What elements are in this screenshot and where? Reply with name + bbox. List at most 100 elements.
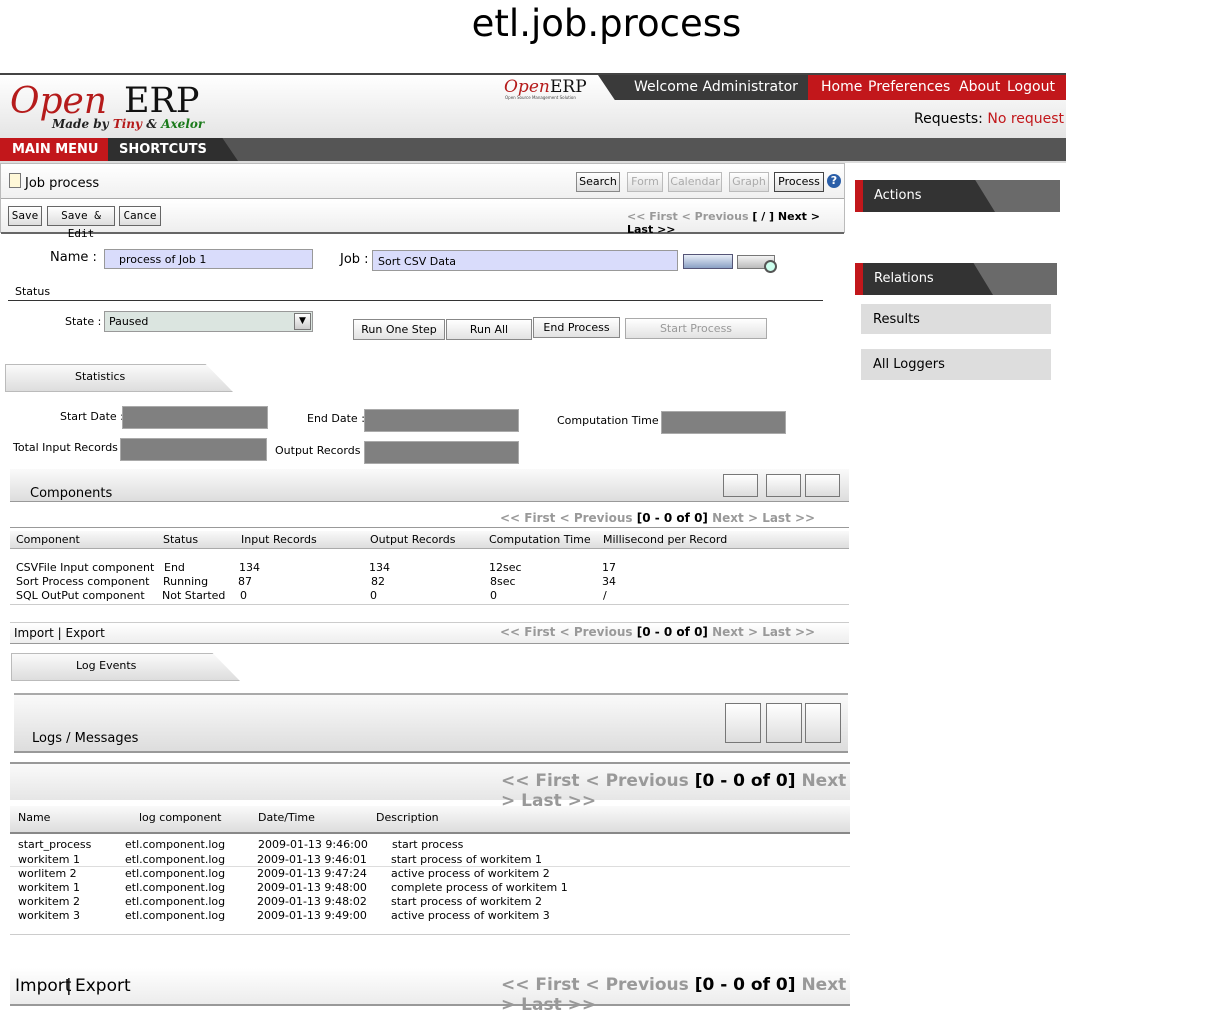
refresh-icon[interactable]: [723, 474, 758, 497]
save-edit-button[interactable]: Save & Edit: [47, 206, 115, 240]
table-row[interactable]: CSVFile Input component End 134 134 12se…: [10, 561, 849, 575]
column-header[interactable]: Component: [16, 533, 80, 546]
print-icon[interactable]: [766, 474, 801, 497]
cell: 2009-01-13 9:48:00: [257, 881, 367, 894]
nav-home-link[interactable]: Home: [821, 79, 862, 95]
shortcuts-tab[interactable]: SHORTCUTS: [108, 138, 238, 161]
pager-previous[interactable]: < Previous: [560, 511, 633, 525]
pager-first[interactable]: << First: [501, 975, 579, 995]
output-records-field[interactable]: [364, 441, 519, 464]
pager-last[interactable]: Last >>: [627, 223, 676, 236]
tab-log-events[interactable]: Log Events: [11, 653, 240, 681]
total-input-field[interactable]: [120, 438, 267, 461]
sidebar-item-label: All Loggers: [873, 357, 945, 372]
list-icon[interactable]: [805, 703, 841, 743]
pager-previous[interactable]: < Previous: [560, 625, 633, 639]
print-icon[interactable]: [766, 703, 802, 743]
sidebar-actions-header[interactable]: Actions: [855, 180, 1060, 212]
start-process-button[interactable]: Start Process: [625, 318, 767, 339]
sidebar-item-all-loggers[interactable]: All Loggers: [855, 349, 1051, 380]
export-link[interactable]: Export: [75, 976, 131, 996]
nav-preferences-link[interactable]: Preferences: [868, 79, 950, 95]
cell: 134: [369, 561, 390, 574]
column-header[interactable]: Input Records: [241, 533, 317, 546]
pager-last[interactable]: Last >>: [762, 511, 815, 525]
sidebar-relations-label: Relations: [874, 271, 934, 286]
nav-about-link[interactable]: About: [959, 79, 1000, 95]
sidebar-item-results[interactable]: Results: [855, 304, 1051, 334]
cell: complete process of workitem 1: [391, 881, 568, 894]
import-export-links[interactable]: Import | Export: [14, 626, 105, 640]
pager-next[interactable]: Next >: [712, 511, 758, 525]
pager-last[interactable]: Last >>: [762, 625, 815, 639]
cell: 134: [239, 561, 260, 574]
column-header[interactable]: Date/Time: [258, 811, 315, 824]
cell: 2009-01-13 9:49:00: [257, 909, 367, 922]
table-row[interactable]: Sort Process component Running 87 82 8se…: [10, 575, 849, 589]
pager-next[interactable]: Next >: [712, 625, 758, 639]
column-header[interactable]: Name: [18, 811, 50, 824]
components-pager: << First < Previous [0 - 0 of 0] Next > …: [500, 511, 815, 525]
end-process-button[interactable]: End Process: [533, 317, 620, 338]
table-row[interactable]: workitem 1 etl.component.log 2009-01-13 …: [10, 853, 850, 867]
help-icon[interactable]: ?: [827, 174, 841, 188]
components-footer: Import | Export << First < Previous [0 -…: [10, 622, 849, 644]
view-calendar-button[interactable]: Calendar: [668, 172, 722, 192]
run-all-button[interactable]: Run All: [446, 319, 532, 340]
view-process-button[interactable]: Process: [774, 172, 824, 192]
column-header[interactable]: Computation Time: [489, 533, 591, 546]
refresh-icon[interactable]: [725, 703, 761, 743]
pager-next[interactable]: Next >: [778, 210, 820, 223]
column-header[interactable]: Status: [163, 533, 198, 546]
pager-first[interactable]: << First: [501, 771, 579, 791]
name-field[interactable]: process of Job 1: [104, 249, 313, 269]
pager-first[interactable]: << First: [500, 625, 555, 639]
start-date-field[interactable]: [122, 406, 268, 429]
logs-footer-pager: << First < Previous [0 - 0 of 0] Next > …: [501, 975, 850, 1015]
requests-link[interactable]: No request: [987, 111, 1064, 127]
pager-previous[interactable]: < Previous: [682, 210, 749, 223]
pager-first[interactable]: << First: [500, 511, 555, 525]
run-one-step-button[interactable]: Run One Step: [353, 319, 445, 340]
nav-logout-link[interactable]: Logout: [1007, 79, 1055, 95]
table-row[interactable]: workitem 1 etl.component.log 2009-01-13 …: [10, 881, 850, 895]
column-header[interactable]: Description: [376, 811, 439, 824]
cell: etl.component.log: [125, 881, 226, 894]
column-header[interactable]: Millisecond per Record: [603, 533, 727, 546]
cancel-button[interactable]: Cance: [119, 206, 161, 226]
pager-first[interactable]: << First: [627, 210, 678, 223]
column-header[interactable]: Output Records: [370, 533, 455, 546]
cell: etl.component.log: [125, 895, 226, 908]
mini-logo-tagline: Open Source Management Solution: [505, 95, 576, 100]
table-row[interactable]: SQL OutPut component Not Started 0 0 0 /: [10, 589, 849, 603]
open-record-icon[interactable]: [683, 254, 733, 269]
job-field[interactable]: Sort CSV Data: [372, 250, 678, 271]
view-graph-button[interactable]: Graph: [729, 172, 769, 192]
cell: etl.component.log: [125, 838, 226, 851]
table-row[interactable]: workitem 3 etl.component.log 2009-01-13 …: [10, 909, 850, 923]
table-row[interactable]: start_process etl.component.log 2009-01-…: [10, 838, 850, 852]
pager-last[interactable]: Last >>: [521, 995, 596, 1015]
pager-previous[interactable]: < Previous: [585, 975, 688, 995]
save-button[interactable]: Save: [8, 206, 42, 226]
computation-time-field[interactable]: [661, 411, 786, 434]
list-icon[interactable]: [805, 474, 840, 497]
table-row[interactable]: workitem 2 etl.component.log 2009-01-13 …: [10, 895, 850, 909]
view-form-button[interactable]: Form: [627, 172, 663, 192]
tab-statistics[interactable]: Statistics: [5, 364, 233, 392]
column-header[interactable]: log component: [139, 811, 222, 824]
mini-logo-erp: ERP: [550, 77, 587, 97]
pager-previous[interactable]: < Previous: [585, 771, 688, 791]
end-date-label: End Date :: [307, 412, 365, 425]
status-section-title: Status: [15, 285, 51, 298]
view-search-button[interactable]: Search: [576, 172, 620, 192]
chevron-down-icon[interactable]: ▼: [294, 313, 311, 330]
table-row[interactable]: worlitem 2 etl.component.log 2009-01-13 …: [10, 867, 850, 881]
sidebar-relations-header[interactable]: Relations: [855, 263, 1057, 295]
end-date-field[interactable]: [364, 409, 519, 432]
state-select[interactable]: Paused ▼: [104, 311, 313, 332]
cell: start_process: [18, 838, 92, 851]
main-menu-tab[interactable]: MAIN MENU: [0, 138, 108, 161]
import-link[interactable]: Import: [15, 976, 71, 996]
document-icon: [9, 173, 21, 188]
